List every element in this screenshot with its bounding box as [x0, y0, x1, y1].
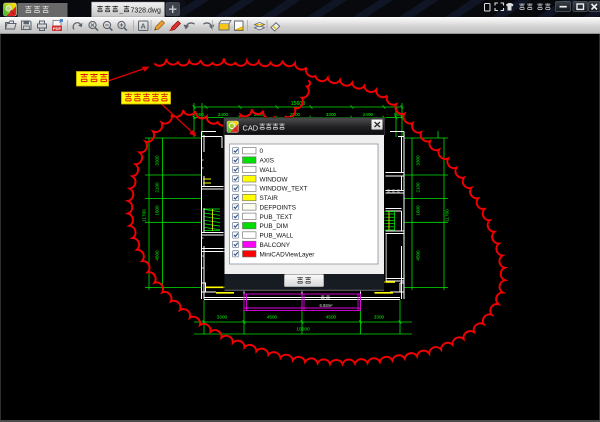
svg-text:1800: 1800 [416, 205, 421, 216]
svg-text:2100: 2100 [416, 182, 421, 193]
svg-text:PUB_DIM: PUB_DIM [260, 223, 288, 230]
svg-text:15600: 15600 [296, 327, 310, 333]
svg-text:3300: 3300 [217, 314, 228, 319]
svg-text:STAIR: STAIR [260, 195, 279, 202]
svg-text:7328.dwg: 7328.dwg [131, 7, 161, 14]
svg-text:2400: 2400 [218, 112, 229, 117]
svg-text:4500: 4500 [155, 250, 160, 261]
svg-text:2100: 2100 [155, 182, 160, 193]
svg-text:11700: 11700 [142, 209, 147, 222]
svg-text:BALCONY: BALCONY [260, 242, 291, 249]
svg-text:WINDOW: WINDOW [260, 176, 289, 183]
svg-text:3300: 3300 [374, 314, 385, 319]
svg-text:PDF: PDF [53, 26, 62, 31]
svg-text:4500: 4500 [416, 250, 421, 261]
svg-text:AXIS: AXIS [260, 158, 275, 165]
svg-text:WALL: WALL [260, 167, 278, 174]
svg-text:6.93m²: 6.93m² [319, 303, 333, 308]
svg-text:DEFPOINTS: DEFPOINTS [260, 204, 297, 211]
svg-text:11700: 11700 [445, 209, 450, 222]
svg-text:WINDOW_TEXT: WINDOW_TEXT [260, 186, 308, 193]
svg-text:4500: 4500 [267, 314, 278, 319]
svg-text:PUB_WALL: PUB_WALL [260, 233, 294, 240]
svg-text:CAD: CAD [243, 123, 259, 132]
svg-text:MiniCADViewLayer: MiniCADViewLayer [260, 251, 316, 258]
svg-text:3300: 3300 [155, 155, 160, 166]
svg-text:1800: 1800 [155, 205, 160, 216]
svg-text:2400: 2400 [363, 112, 374, 117]
svg-text:3300: 3300 [416, 155, 421, 166]
svg-text:0: 0 [260, 148, 264, 155]
svg-text:3300: 3300 [326, 112, 337, 117]
svg-text:A: A [141, 24, 146, 31]
svg-text:PUB_TEXT: PUB_TEXT [260, 214, 293, 221]
svg-text:_: _ [119, 8, 124, 15]
svg-text:4500: 4500 [326, 314, 337, 319]
